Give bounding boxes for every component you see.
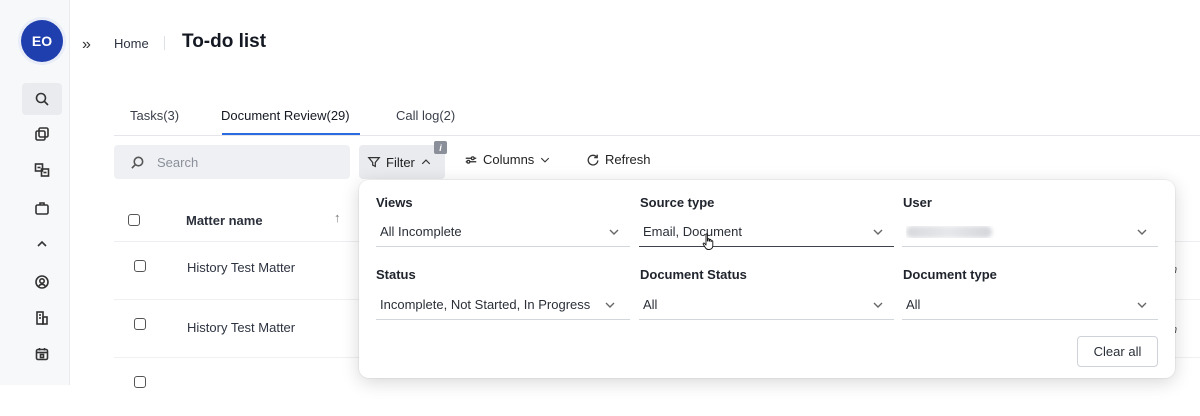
briefcase-icon[interactable]	[22, 192, 62, 224]
expand-sidebar-button[interactable]: »	[82, 36, 91, 54]
select-all-checkbox[interactable]	[128, 214, 140, 226]
filter-label: Filter	[386, 154, 415, 170]
row-checkbox[interactable]	[134, 318, 146, 330]
chevron-up-icon	[421, 159, 431, 165]
row-checkbox[interactable]	[134, 260, 146, 272]
chevron-down-icon	[608, 226, 620, 238]
chevron-down-icon	[604, 299, 616, 311]
document-status-value: All	[643, 297, 658, 312]
user-select[interactable]	[902, 217, 1158, 247]
active-tab-indicator	[222, 133, 360, 135]
row-checkbox[interactable]	[134, 376, 146, 388]
info-icon[interactable]: i	[434, 141, 447, 154]
hand-cursor-icon	[702, 233, 714, 250]
columns-button[interactable]: Columns	[464, 152, 551, 167]
search-icon[interactable]	[22, 83, 62, 115]
document-status-label: Document Status	[640, 267, 747, 282]
copy-icon[interactable]	[22, 118, 62, 150]
status-label: Status	[376, 267, 416, 282]
page-title: To-do list	[182, 31, 267, 52]
tab-bar: Tasks(3) Document Review(29) Call log(2)	[114, 100, 1200, 136]
search-icon	[131, 156, 144, 169]
avatar[interactable]: EO	[21, 20, 63, 62]
document-type-select[interactable]: All	[902, 290, 1158, 320]
chevron-down-icon	[541, 157, 550, 163]
refresh-button[interactable]: Refresh	[586, 152, 651, 167]
status-value: Incomplete, Not Started, In Progress	[380, 297, 591, 312]
tab-call-log[interactable]: Call log(2)	[396, 108, 455, 123]
source-type-value: Email, Document	[643, 224, 742, 239]
breadcrumb-divider	[164, 36, 165, 50]
calendar-icon[interactable]	[22, 338, 62, 370]
matter-name-cell: History Test Matter	[187, 320, 296, 335]
clear-all-button[interactable]: Clear all	[1077, 336, 1158, 367]
tab-document-review[interactable]: Document Review(29)	[221, 108, 350, 123]
document-type-label: Document type	[903, 267, 997, 282]
views-select[interactable]: All Incomplete	[376, 217, 630, 247]
search-input[interactable]	[157, 154, 337, 170]
column-matter-name[interactable]: Matter name	[186, 213, 263, 228]
filter-panel: Views All Incomplete Source type Email, …	[359, 180, 1175, 378]
chevron-down-icon	[1136, 226, 1148, 238]
source-type-select[interactable]: Email, Document	[639, 217, 894, 247]
views-value: All Incomplete	[380, 224, 462, 239]
chevron-down-icon	[872, 299, 884, 311]
breadcrumb-home[interactable]: Home	[114, 36, 149, 51]
user-circle-icon[interactable]	[22, 266, 62, 298]
sort-arrow-icon[interactable]: ↑	[334, 210, 341, 225]
funnel-icon	[367, 157, 381, 168]
sidebar: EO	[0, 0, 70, 385]
chevron-down-icon	[872, 226, 884, 238]
filter-button[interactable]: Filter	[359, 145, 445, 179]
refresh-icon	[587, 154, 599, 166]
user-label: User	[903, 195, 932, 210]
building-icon[interactable]	[22, 302, 62, 334]
source-type-label: Source type	[640, 195, 715, 210]
matter-name-cell: History Test Matter	[187, 260, 296, 275]
refresh-label: Refresh	[605, 152, 651, 167]
chevron-up-icon[interactable]	[22, 228, 62, 260]
tab-tasks[interactable]: Tasks(3)	[130, 108, 179, 123]
translate-icon[interactable]	[22, 154, 62, 186]
user-value-redacted	[906, 225, 1136, 238]
sliders-icon	[465, 155, 477, 164]
document-status-select[interactable]: All	[639, 290, 894, 320]
columns-label: Columns	[483, 152, 535, 167]
status-select[interactable]: Incomplete, Not Started, In Progress	[376, 290, 630, 320]
search-box	[114, 145, 350, 179]
chevron-down-icon	[1136, 299, 1148, 311]
document-type-value: All	[906, 297, 921, 312]
views-label: Views	[376, 195, 413, 210]
